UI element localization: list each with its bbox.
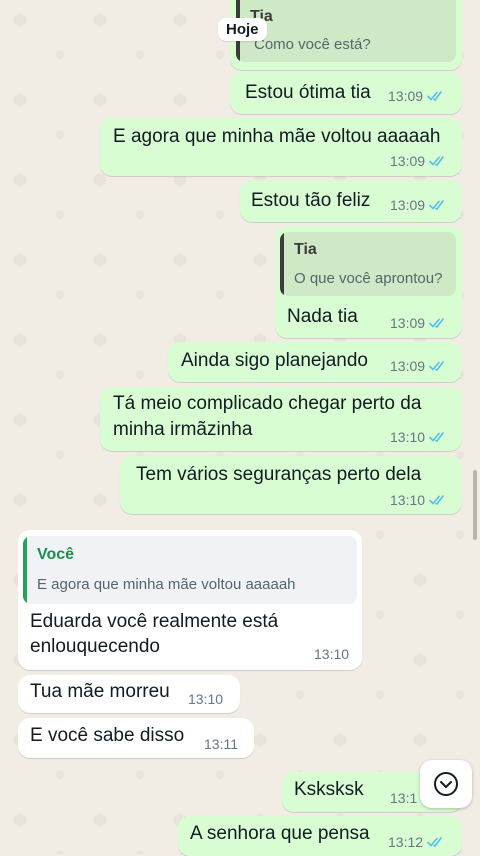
message-meta: 13:09 xyxy=(390,315,447,331)
message-bubble-incoming[interactable]: Você E agora que minha mãe voltou aaaaah… xyxy=(18,530,362,670)
message-time: 13:10 xyxy=(390,492,426,508)
message-time: 13:10 xyxy=(188,691,224,707)
message-meta: 13:09 xyxy=(390,153,447,169)
message-bubble-incoming[interactable]: Tua mãe morreu 13:10 xyxy=(18,675,240,713)
message-time: 13:1 xyxy=(390,790,418,806)
message-meta: 13:10 xyxy=(188,691,223,707)
message-text-line2: enlouquecendo xyxy=(30,636,160,657)
message-bubble-incoming[interactable]: E você sabe disso 13:11 xyxy=(18,718,254,758)
message-text-line1: Tá meio complicado chegar perto da xyxy=(113,393,422,414)
message-text: Estou tão feliz xyxy=(251,190,371,211)
message-text: Nada tia xyxy=(287,306,358,327)
message-text: E agora que minha mãe voltou aaaaah xyxy=(113,126,441,147)
message-bubble-outgoing[interactable]: Tá meio complicado chegar perto da minha… xyxy=(100,387,462,451)
message-meta: 13:10 xyxy=(314,646,349,662)
quote-text: E agora que minha mãe voltou aaaaah xyxy=(37,576,296,593)
quote-author: Você xyxy=(37,546,75,563)
double-check-icon xyxy=(429,432,444,443)
message-meta: 13:10 xyxy=(390,429,447,445)
quote-text: Como você está? xyxy=(254,36,371,53)
quoted-message[interactable]: Você E agora que minha mãe voltou aaaaah xyxy=(23,536,357,604)
scrollbar[interactable] xyxy=(473,470,477,540)
date-chip: Hoje xyxy=(218,18,267,41)
message-bubble-outgoing[interactable]: Tia O que você aprontou? Nada tia 13:09 xyxy=(275,226,462,338)
message-time: 13:09 xyxy=(390,197,426,213)
scroll-to-bottom-button[interactable] xyxy=(420,760,472,808)
message-bubble-outgoing[interactable]: Ainda sigo planejando 13:09 xyxy=(168,342,462,382)
double-check-icon xyxy=(427,837,442,848)
message-meta: 13:09 xyxy=(388,88,445,104)
message-text: Tem vários seguranças perto dela xyxy=(136,464,422,485)
double-check-icon xyxy=(429,318,444,329)
message-text-line2: minha irmãzinha xyxy=(113,419,253,440)
double-check-icon xyxy=(427,91,442,102)
message-meta: 13:1 xyxy=(390,790,417,806)
quote-text: O que você aprontou? xyxy=(294,270,443,287)
message-meta: 13:12 xyxy=(388,834,445,850)
message-meta: 13:09 xyxy=(390,358,447,374)
message-time: 13:09 xyxy=(390,358,426,374)
chevron-down-icon xyxy=(434,772,458,796)
quote-author: Tia xyxy=(294,241,317,258)
message-time: 13:10 xyxy=(390,429,426,445)
message-text: A senhora que pensa xyxy=(190,823,370,844)
message-time: 13:11 xyxy=(204,736,238,752)
quote-bar xyxy=(280,232,284,296)
message-meta: 13:10 xyxy=(390,492,447,508)
double-check-icon xyxy=(429,156,444,167)
message-time: 13:09 xyxy=(390,315,426,331)
message-time: 13:10 xyxy=(314,646,350,662)
message-text: Estou ótima tia xyxy=(245,82,371,103)
message-bubble-outgoing[interactable]: Estou tão feliz 13:09 xyxy=(240,180,462,222)
double-check-icon xyxy=(429,361,444,372)
message-text: Tua mãe morreu xyxy=(30,681,170,702)
double-check-icon xyxy=(429,495,444,506)
message-bubble-outgoing[interactable]: E agora que minha mãe voltou aaaaah 13:0… xyxy=(100,118,462,176)
quoted-message[interactable]: Tia O que você aprontou? xyxy=(280,232,456,296)
quoted-message[interactable]: Tia Como você está? xyxy=(236,0,456,62)
message-time: 13:09 xyxy=(388,88,424,104)
double-check-icon xyxy=(429,200,444,211)
message-time: 13:09 xyxy=(390,153,426,169)
message-bubble-outgoing[interactable]: Estou ótima tia 13:09 xyxy=(230,72,462,114)
message-bubble-outgoing[interactable]: Tem vários seguranças perto dela 13:10 xyxy=(120,456,462,514)
message-time: 13:12 xyxy=(388,834,424,850)
quote-bar xyxy=(23,536,27,604)
message-text-line1: Eduarda você realmente está xyxy=(30,611,279,632)
message-meta: 13:11 xyxy=(204,736,238,752)
message-bubble-outgoing[interactable]: A senhora que pensa 13:12 xyxy=(178,816,462,856)
message-meta: 13:09 xyxy=(390,197,447,213)
message-text: Ainda sigo planejando xyxy=(181,350,368,371)
message-text: Ksksksk xyxy=(294,779,364,800)
message-text: E você sabe disso xyxy=(30,725,185,746)
